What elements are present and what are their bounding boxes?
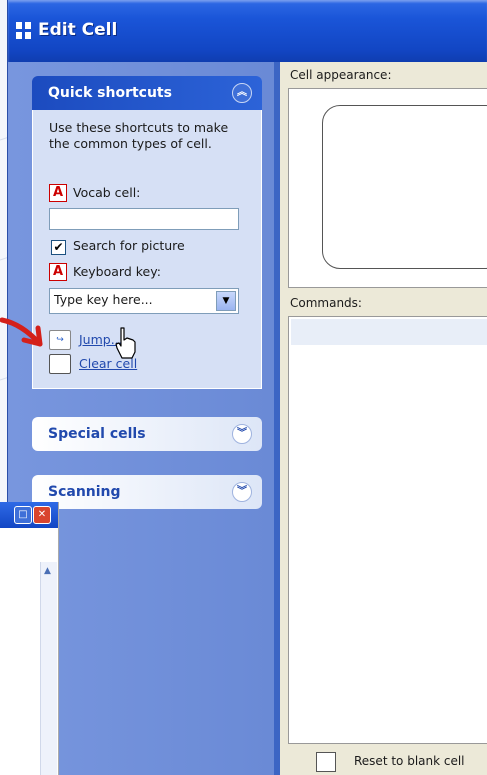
title-bar[interactable]: Edit Cell bbox=[8, 0, 487, 62]
keyboard-key-combo[interactable]: Type key here... ▼ bbox=[49, 288, 239, 314]
quick-shortcuts-group: Quick shortcuts ︽ Use these shortcuts to… bbox=[32, 76, 262, 389]
reset-label: Reset to blank cell bbox=[354, 754, 465, 768]
special-cells-header[interactable]: Special cells ︾ bbox=[32, 417, 262, 451]
scanning-group: Scanning ︾ bbox=[32, 475, 262, 509]
vocab-cell-input[interactable] bbox=[49, 208, 239, 230]
cell-appearance-preview[interactable] bbox=[288, 88, 487, 288]
search-picture-checkbox[interactable]: ✔ bbox=[51, 240, 66, 255]
quick-shortcuts-intro: Use these shortcuts to make the common t… bbox=[49, 120, 229, 151]
special-cells-group: Special cells ︾ bbox=[32, 417, 262, 451]
edit-cell-window: Edit Cell Quick shortcuts ︽ Use these sh… bbox=[7, 0, 487, 775]
quick-shortcuts-body: Use these shortcuts to make the common t… bbox=[32, 110, 262, 389]
collapse-chevron-icon[interactable]: ︽ bbox=[232, 83, 252, 103]
window-title: Edit Cell bbox=[38, 20, 118, 40]
background-window: □ ✕ ▲ bbox=[0, 502, 59, 775]
clear-cell-icon bbox=[49, 354, 71, 374]
reset-to-blank-cell-button[interactable]: Reset to blank cell bbox=[294, 750, 487, 772]
keyboard-key-label: Keyboard key: bbox=[73, 264, 161, 279]
commands-list[interactable] bbox=[288, 316, 487, 744]
app-grid-icon bbox=[16, 22, 31, 39]
search-picture-label: Search for picture bbox=[73, 238, 185, 253]
expand-chevron-icon[interactable]: ︾ bbox=[232, 482, 252, 502]
keyboard-key-icon: A bbox=[49, 263, 67, 281]
close-icon[interactable]: ✕ bbox=[33, 506, 51, 524]
scanning-title: Scanning bbox=[48, 484, 121, 500]
cell-editor-pane: Cell appearance: Commands: Reset to blan… bbox=[280, 62, 487, 775]
vocab-cell-icon: A bbox=[49, 184, 67, 202]
cell-shape-preview bbox=[322, 105, 487, 269]
expand-chevron-icon[interactable]: ︾ bbox=[232, 424, 252, 444]
quick-shortcuts-title: Quick shortcuts bbox=[48, 85, 172, 101]
vocab-cell-label: Vocab cell: bbox=[73, 185, 141, 200]
maximize-icon[interactable]: □ bbox=[14, 506, 32, 524]
keyboard-key-value: Type key here... bbox=[54, 292, 153, 307]
quick-shortcuts-header[interactable]: Quick shortcuts ︽ bbox=[32, 76, 262, 110]
reset-icon bbox=[316, 752, 336, 772]
scanning-header[interactable]: Scanning ︾ bbox=[32, 475, 262, 509]
cell-appearance-label: Cell appearance: bbox=[290, 68, 392, 82]
annotation-arrow-icon bbox=[0, 317, 43, 347]
jump-icon: ↪ bbox=[49, 330, 71, 350]
hand-cursor-icon bbox=[115, 327, 136, 359]
dropdown-arrow-icon[interactable]: ▼ bbox=[216, 291, 236, 311]
scroll-up-icon[interactable]: ▲ bbox=[44, 566, 51, 576]
commands-label: Commands: bbox=[290, 296, 362, 310]
scrollbar[interactable]: ▲ bbox=[40, 562, 57, 775]
special-cells-title: Special cells bbox=[48, 426, 146, 442]
background-window-titlebar[interactable]: □ ✕ bbox=[0, 502, 58, 528]
commands-selected-row[interactable] bbox=[291, 319, 487, 345]
